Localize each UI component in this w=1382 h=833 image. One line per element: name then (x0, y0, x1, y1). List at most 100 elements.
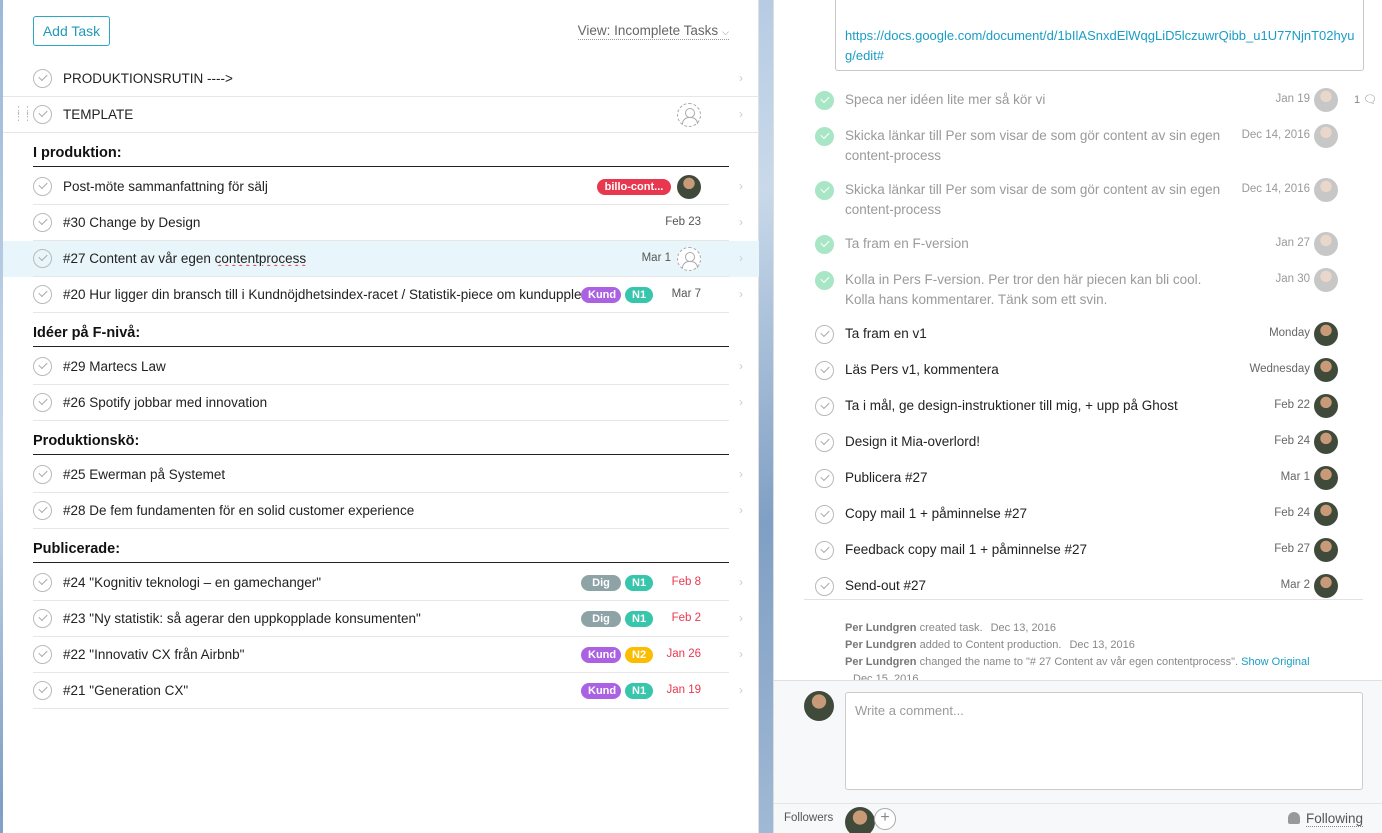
task-name[interactable]: #28 De fem fundamenten för en solid cust… (63, 503, 414, 518)
task-row[interactable]: Post-möte sammanfattning för sälj billo-c… (3, 169, 759, 205)
assignee-avatar[interactable] (677, 247, 701, 271)
subtask-due-date[interactable]: Feb 27 (1274, 543, 1310, 555)
task-name[interactable]: #22 "Innovativ CX från Airbnb" (63, 647, 244, 662)
subtask-checkbox[interactable] (815, 325, 834, 344)
description-link[interactable]: https://docs.google.com/document/d/1bIlA… (845, 26, 1355, 66)
subtask-assignee-avatar[interactable] (1314, 394, 1338, 418)
complete-task-checkbox[interactable] (33, 105, 52, 124)
complete-task-checkbox[interactable] (33, 285, 52, 304)
following-button[interactable]: Following (1287, 811, 1363, 827)
subtask-due-date[interactable]: Jan 27 (1275, 237, 1310, 249)
subtask-assignee-avatar[interactable] (1314, 466, 1338, 490)
chevron-right-icon[interactable]: › (739, 575, 743, 589)
subtask-name[interactable]: Feedback copy mail 1 + påminnelse #27 (845, 540, 1235, 560)
chevron-right-icon[interactable]: › (739, 215, 743, 229)
due-date[interactable]: Feb 8 (661, 576, 701, 588)
task-name[interactable]: PRODUKTIONSRUTIN ----> (63, 71, 233, 86)
complete-task-checkbox[interactable] (33, 645, 52, 664)
task-name[interactable]: #30 Change by Design (63, 215, 200, 230)
task-name[interactable]: Post-möte sammanfattning för sälj (63, 179, 268, 194)
due-date[interactable]: Mar 1 (631, 252, 671, 264)
assignee-avatar[interactable] (677, 175, 701, 199)
complete-task-checkbox[interactable] (33, 609, 52, 628)
tag-badge[interactable]: N1 (625, 683, 653, 699)
subtask-assignee-avatar[interactable] (1314, 232, 1338, 256)
subtask-due-date[interactable]: Wednesday (1249, 363, 1310, 375)
task-row[interactable]: #25 Ewerman på Systemet › (3, 457, 759, 493)
subtask-checkbox[interactable] (815, 505, 834, 524)
tag-badge[interactable]: Dig (581, 575, 621, 591)
subtask-checkbox[interactable] (815, 91, 834, 110)
subtask-due-date[interactable]: Mar 1 (1281, 471, 1310, 483)
chevron-right-icon[interactable]: › (739, 467, 743, 481)
subtask-name[interactable]: Ta fram en F-version (845, 234, 1235, 254)
complete-task-checkbox[interactable] (33, 501, 52, 520)
chevron-right-icon[interactable]: › (739, 611, 743, 625)
subtask-assignee-avatar[interactable] (1314, 574, 1338, 598)
due-date[interactable]: Feb 2 (661, 612, 701, 624)
task-row[interactable]: #27 Content av vår egen contentprocess Ma… (3, 241, 759, 277)
task-row[interactable]: #23 "Ny statistik: så agerar den uppkopp… (3, 601, 759, 637)
subtask-due-date[interactable]: Monday (1269, 327, 1310, 339)
subtask-assignee-avatar[interactable] (1314, 358, 1338, 382)
activity-author[interactable]: Per Lundgren (845, 639, 917, 651)
subtask-assignee-avatar[interactable] (1314, 178, 1338, 202)
tag-badge[interactable]: N1 (625, 287, 653, 303)
subtask-checkbox[interactable] (815, 235, 834, 254)
view-filter-dropdown[interactable]: View: Incomplete Tasks ⌵ (577, 23, 729, 40)
complete-task-checkbox[interactable] (33, 573, 52, 592)
drag-handle-icon[interactable]: ⋮⋮ ⋮⋮ (13, 106, 33, 123)
task-name[interactable]: #26 Spotify jobbar med innovation (63, 395, 267, 410)
task-row[interactable]: #24 "Kognitiv teknologi – en gamechanger… (3, 565, 759, 601)
tag-badge[interactable]: Kund (581, 683, 621, 699)
complete-task-checkbox[interactable] (33, 681, 52, 700)
complete-task-checkbox[interactable] (33, 249, 52, 268)
task-name[interactable]: #29 Martecs Law (63, 359, 166, 374)
chevron-right-icon[interactable]: › (739, 683, 743, 697)
comment-count[interactable]: 1 🗨 (1354, 93, 1377, 106)
due-date[interactable]: Feb 23 (661, 216, 701, 228)
task-row[interactable]: #28 De fem fundamenten för en solid cust… (3, 493, 759, 529)
subtask-checkbox[interactable] (815, 469, 834, 488)
subtask-name[interactable]: Skicka länkar till Per som visar de som … (845, 180, 1235, 220)
activity-author[interactable]: Per Lundgren (845, 656, 917, 668)
tag-badge[interactable]: Dig (581, 611, 621, 627)
chevron-right-icon[interactable]: › (739, 71, 743, 85)
subtask-due-date[interactable]: Jan 19 (1275, 93, 1310, 105)
subtask-checkbox[interactable] (815, 127, 834, 146)
subtask-name[interactable]: Skicka länkar till Per som visar de som … (845, 126, 1235, 166)
task-row[interactable]: #26 Spotify jobbar med innovation › (3, 385, 759, 421)
task-name[interactable]: #27 Content av vår egen contentprocess (63, 251, 306, 266)
add-follower-button[interactable]: + (874, 808, 896, 830)
subtask-assignee-avatar[interactable] (1314, 322, 1338, 346)
subtask-due-date[interactable]: Dec 14, 2016 (1242, 129, 1310, 141)
chevron-right-icon[interactable]: › (739, 359, 743, 373)
subtask-due-date[interactable]: Feb 24 (1274, 507, 1310, 519)
show-original-link[interactable]: Show Original (1241, 656, 1309, 668)
subtask-checkbox[interactable] (815, 271, 834, 290)
subtask-due-date[interactable]: Feb 24 (1274, 435, 1310, 447)
task-name[interactable]: #24 "Kognitiv teknologi – en gamechanger… (63, 575, 321, 590)
subtask-assignee-avatar[interactable] (1314, 88, 1338, 112)
chevron-right-icon[interactable]: › (739, 107, 743, 121)
tag-badge[interactable]: N1 (625, 611, 653, 627)
subtask-name[interactable]: Ta i mål, ge design-instruktioner till m… (845, 396, 1235, 416)
subtask-name[interactable]: Kolla in Pers F-version. Per tror den hä… (845, 270, 1235, 310)
complete-task-checkbox[interactable] (33, 465, 52, 484)
task-row[interactable]: ⋮⋮ ⋮⋮ TEMPLATE › (3, 97, 759, 133)
task-row[interactable]: #29 Martecs Law › (3, 349, 759, 385)
subtask-name[interactable]: Publicera #27 (845, 468, 1235, 488)
subtask-checkbox[interactable] (815, 361, 834, 380)
subtask-due-date[interactable]: Dec 14, 2016 (1242, 183, 1310, 195)
add-task-button[interactable]: Add Task (33, 16, 110, 46)
subtask-checkbox[interactable] (815, 433, 834, 452)
subtask-name[interactable]: Speca ner idéen lite mer så kör vi (845, 90, 1235, 110)
complete-task-checkbox[interactable] (33, 357, 52, 376)
task-row[interactable]: PRODUKTIONSRUTIN ----> › (3, 61, 759, 97)
chevron-right-icon[interactable]: › (739, 395, 743, 409)
due-date[interactable]: Mar 7 (661, 288, 701, 300)
task-name[interactable]: #21 "Generation CX" (63, 683, 188, 698)
task-row[interactable]: #20 Hur ligger din bransch till i Kundnö… (3, 277, 759, 313)
tag-badge[interactable]: Kund (581, 647, 621, 663)
subtask-checkbox[interactable] (815, 397, 834, 416)
